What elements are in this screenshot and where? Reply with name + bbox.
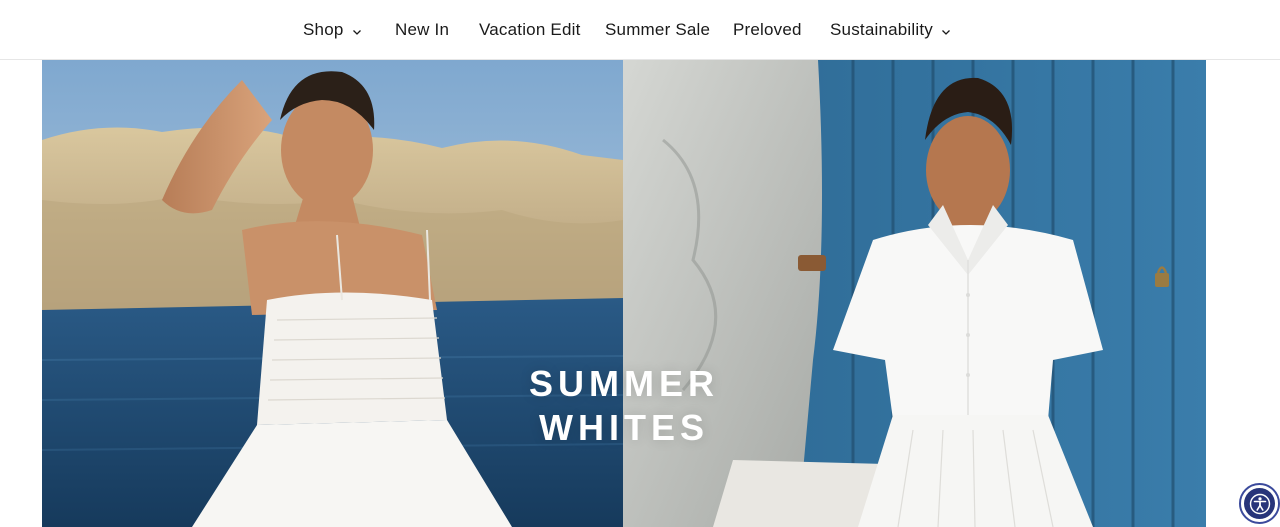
hero-banner[interactable]: SUMMER WHITES [42, 60, 1206, 527]
hero-image-left [42, 60, 623, 527]
main-navigation: Shop New In Vacation Edit Summer Sale Pr… [0, 0, 1280, 60]
hero-image-right [623, 60, 1206, 527]
nav-item-summer-sale[interactable]: Summer Sale [605, 18, 710, 42]
nav-item-label: Preloved [733, 20, 802, 39]
nav-item-label: Vacation Edit [479, 20, 581, 39]
accessibility-button[interactable] [1239, 483, 1280, 524]
hero-title: SUMMER WHITES [42, 362, 1206, 450]
nav-item-label: Summer Sale [605, 20, 711, 39]
nav-item-label: New In [395, 20, 450, 39]
nav-item-label: Shop [303, 20, 344, 39]
accessibility-icon [1244, 488, 1275, 519]
nav-item-label: Sustainability [830, 20, 933, 39]
nav-item-preloved[interactable]: Preloved [733, 18, 802, 42]
nav-item-sustainability[interactable]: Sustainability [830, 18, 951, 42]
chevron-down-icon [352, 30, 361, 35]
hero-title-line-2: WHITES [539, 407, 709, 448]
nav-item-new-in[interactable]: New In [395, 18, 449, 42]
nav-item-shop[interactable]: Shop [303, 18, 362, 42]
hero-title-line-1: SUMMER [529, 363, 719, 404]
nav-item-vacation-edit[interactable]: Vacation Edit [479, 18, 581, 42]
chevron-down-icon [942, 30, 950, 35]
